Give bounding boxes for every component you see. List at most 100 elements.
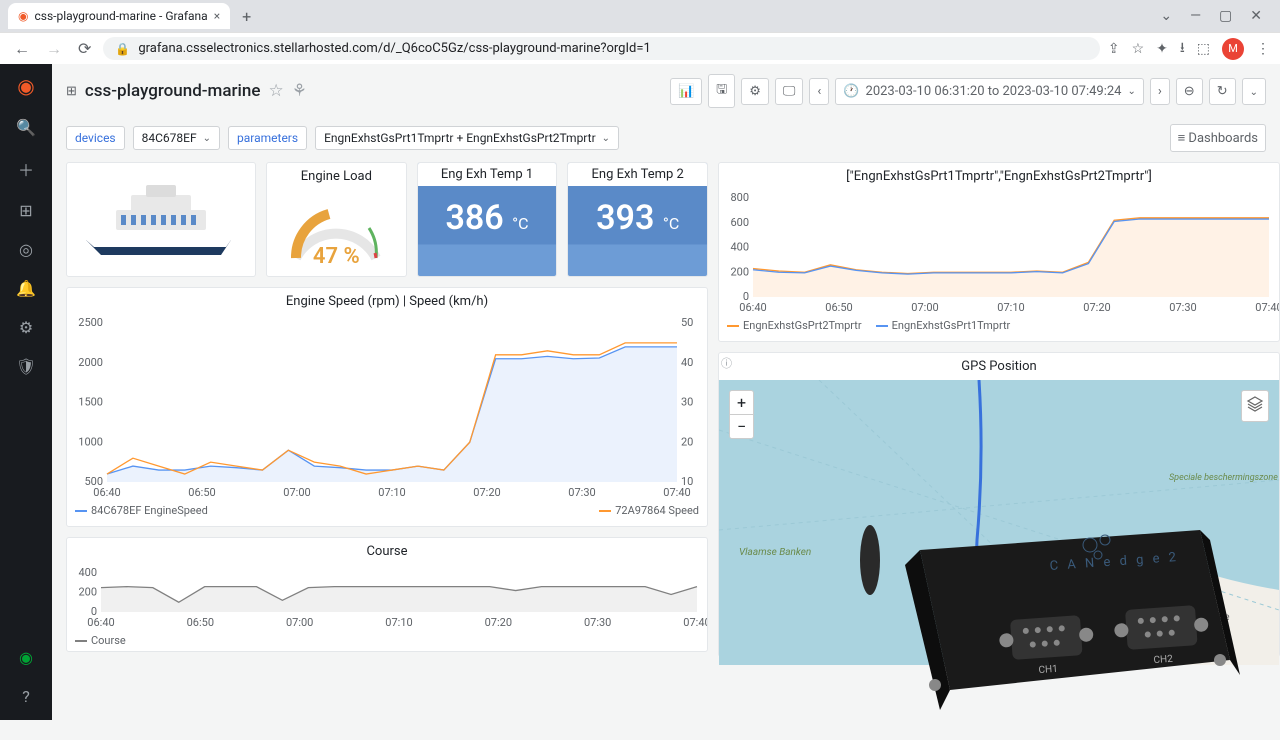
- time-forward-button[interactable]: ›: [1150, 78, 1170, 105]
- map-layers-button[interactable]: [1241, 390, 1269, 422]
- devices-value-dropdown[interactable]: 84C678EF⌄: [133, 126, 220, 150]
- settings-button[interactable]: ⚙: [741, 78, 769, 105]
- zoom-out-button[interactable]: ⊖: [1176, 78, 1203, 105]
- search-icon[interactable]: 🔍: [16, 118, 36, 137]
- legend-course[interactable]: Course: [75, 634, 126, 647]
- menu-icon[interactable]: ⋮: [1256, 41, 1270, 57]
- address-bar[interactable]: 🔒 grafana.csselectronics.stellarhosted.c…: [103, 37, 1099, 60]
- share-icon[interactable]: ⇪: [1108, 41, 1120, 57]
- variable-bar: devices 84C678EF⌄ parameters EngnExhstGs…: [52, 118, 1280, 162]
- legend-engine-speed[interactable]: 84C678EF EngineSpeed: [75, 504, 208, 517]
- refresh-button[interactable]: ↻: [1209, 78, 1236, 105]
- help-icon[interactable]: ?: [22, 687, 30, 706]
- svg-text:07:00: 07:00: [286, 616, 313, 629]
- svg-text:30: 30: [681, 396, 693, 409]
- time-range-picker[interactable]: 🕐 2023-03-10 06:31:20 to 2023-03-10 07:4…: [835, 78, 1144, 105]
- sidebar: ◉ 🔍 ＋ ⊞ ◎ 🔔 ⚙ 🛡 ◉ ?: [0, 64, 52, 720]
- parameters-value-dropdown[interactable]: EngnExhstGsPrt1Tmprtr + EngnExhstGsPrt2T…: [315, 126, 619, 150]
- grafana-logo-icon[interactable]: ◉: [17, 74, 34, 98]
- svg-text:07:40: 07:40: [1255, 301, 1279, 314]
- new-tab-button[interactable]: +: [234, 3, 259, 30]
- map-zoom-in-button[interactable]: +: [730, 391, 753, 415]
- shield-icon[interactable]: ⬚: [1197, 41, 1210, 57]
- legend-vehicle-speed[interactable]: 72A97864 Speed: [599, 504, 699, 517]
- browser-tab[interactable]: ◉ css-playground-marine - Grafana ×: [8, 3, 230, 29]
- svg-text:CH1: CH1: [1038, 664, 1058, 676]
- exhaust-temp-2-panel: Eng Exh Temp 2 393 °C: [567, 162, 708, 277]
- svg-text:06:50: 06:50: [188, 486, 215, 499]
- svg-text:06:40: 06:40: [93, 486, 120, 499]
- forward-icon[interactable]: →: [42, 35, 66, 63]
- svg-text:07:20: 07:20: [473, 486, 500, 499]
- profile-avatar[interactable]: M: [1222, 38, 1244, 60]
- share-dashboard-icon[interactable]: ⚘: [292, 81, 307, 101]
- dashboard-toolbar: ⊞ css-playground-marine ☆ ⚘ 📊 🖫 ⚙ 🖵 ‹ 🕐 …: [52, 64, 1280, 118]
- star-dashboard-icon[interactable]: ☆: [268, 81, 283, 101]
- svg-text:07:10: 07:10: [997, 301, 1024, 314]
- svg-text:07:40: 07:40: [683, 616, 707, 629]
- engine-speed-panel: Engine Speed (rpm) | Speed (km/h) 500100…: [66, 287, 708, 527]
- svg-text:06:40: 06:40: [739, 301, 766, 314]
- dashboards-list-button[interactable]: ≡ Dashboards: [1170, 124, 1266, 152]
- svg-text:400: 400: [78, 566, 97, 579]
- clock-icon: 🕐: [843, 84, 859, 99]
- dashboards-icon[interactable]: ⊞: [19, 201, 32, 220]
- browser-chrome: ◉ css-playground-marine - Grafana × + ⌄ …: [0, 0, 1280, 64]
- parameters-variable[interactable]: parameters: [228, 126, 307, 150]
- dashboard-title: css-playground-marine ☆ ⚘: [85, 81, 307, 101]
- lock-icon: 🔒: [115, 42, 130, 56]
- legend-exh1[interactable]: EngnExhstGsPrt1Tmprtr: [876, 319, 1011, 332]
- chevron-down-icon: ⌄: [1128, 86, 1136, 97]
- svg-text:07:10: 07:10: [385, 616, 412, 629]
- svg-text:200: 200: [78, 586, 97, 599]
- svg-text:07:30: 07:30: [568, 486, 595, 499]
- add-panel-button[interactable]: 📊: [670, 78, 702, 105]
- svg-text:07:00: 07:00: [911, 301, 938, 314]
- svg-text:07:20: 07:20: [1083, 301, 1110, 314]
- alerting-icon[interactable]: 🔔: [16, 279, 36, 298]
- save-button[interactable]: 🖫: [708, 74, 735, 108]
- extensions-icon[interactable]: ✦: [1156, 41, 1168, 57]
- svg-text:07:20: 07:20: [485, 616, 512, 629]
- back-icon[interactable]: ←: [10, 35, 34, 63]
- user-icon[interactable]: ◉: [19, 648, 33, 667]
- close-tab-icon[interactable]: ×: [214, 9, 220, 23]
- svg-text:07:10: 07:10: [378, 486, 405, 499]
- chevron-down-icon[interactable]: ⌄: [1160, 8, 1172, 24]
- panel-grid-icon[interactable]: ⊞: [66, 84, 77, 99]
- configuration-icon[interactable]: ⚙: [19, 318, 33, 337]
- legend-exh2[interactable]: EngnExhstGsPrt2Tmprtr: [727, 319, 862, 332]
- course-panel: Course 020040006:4006:5007:0007:1007:200…: [66, 537, 708, 652]
- svg-text:600: 600: [730, 216, 749, 229]
- explore-icon[interactable]: ◎: [19, 240, 33, 259]
- svg-text:07:30: 07:30: [1169, 301, 1196, 314]
- svg-text:07:30: 07:30: [584, 616, 611, 629]
- time-back-button[interactable]: ‹: [809, 78, 829, 105]
- server-admin-icon[interactable]: 🛡: [16, 357, 36, 376]
- exhaust-temp-1-panel: Eng Exh Temp 1 386 °C: [417, 162, 558, 277]
- grafana-favicon: ◉: [18, 9, 28, 23]
- info-icon[interactable]: ⓘ: [721, 355, 732, 371]
- svg-text:50: 50: [681, 316, 693, 329]
- svg-text:20: 20: [681, 435, 693, 448]
- download-icon[interactable]: ⭳: [1180, 37, 1185, 61]
- exhaust-chart[interactable]: 020040060080006:4006:5007:0007:1007:2007…: [719, 190, 1279, 315]
- course-chart[interactable]: 020040006:4006:5007:0007:1007:2007:3007:…: [67, 565, 707, 630]
- engine-load-value: 47 %: [313, 244, 360, 269]
- svg-text:800: 800: [730, 191, 749, 204]
- svg-text:200: 200: [730, 265, 749, 278]
- canedge-device-image: C A N e d g e 2 CH1 CH2: [830, 480, 1260, 740]
- tv-mode-button[interactable]: 🖵: [775, 78, 804, 105]
- close-window-icon[interactable]: ✕: [1250, 8, 1262, 24]
- devices-variable[interactable]: devices: [66, 126, 125, 150]
- maximize-icon[interactable]: ▢: [1219, 8, 1232, 24]
- svg-text:CH2: CH2: [1153, 654, 1173, 666]
- reload-icon[interactable]: ⟳: [74, 35, 95, 62]
- refresh-interval-button[interactable]: ⌄: [1242, 78, 1266, 105]
- plus-icon[interactable]: ＋: [18, 157, 34, 181]
- star-icon[interactable]: ☆: [1132, 41, 1145, 57]
- map-zoom-out-button[interactable]: −: [730, 415, 753, 438]
- engine-speed-chart[interactable]: 5001000150020002500102030405006:4006:500…: [67, 315, 707, 500]
- minimize-icon[interactable]: —: [1190, 8, 1201, 24]
- svg-text:2000: 2000: [78, 356, 103, 369]
